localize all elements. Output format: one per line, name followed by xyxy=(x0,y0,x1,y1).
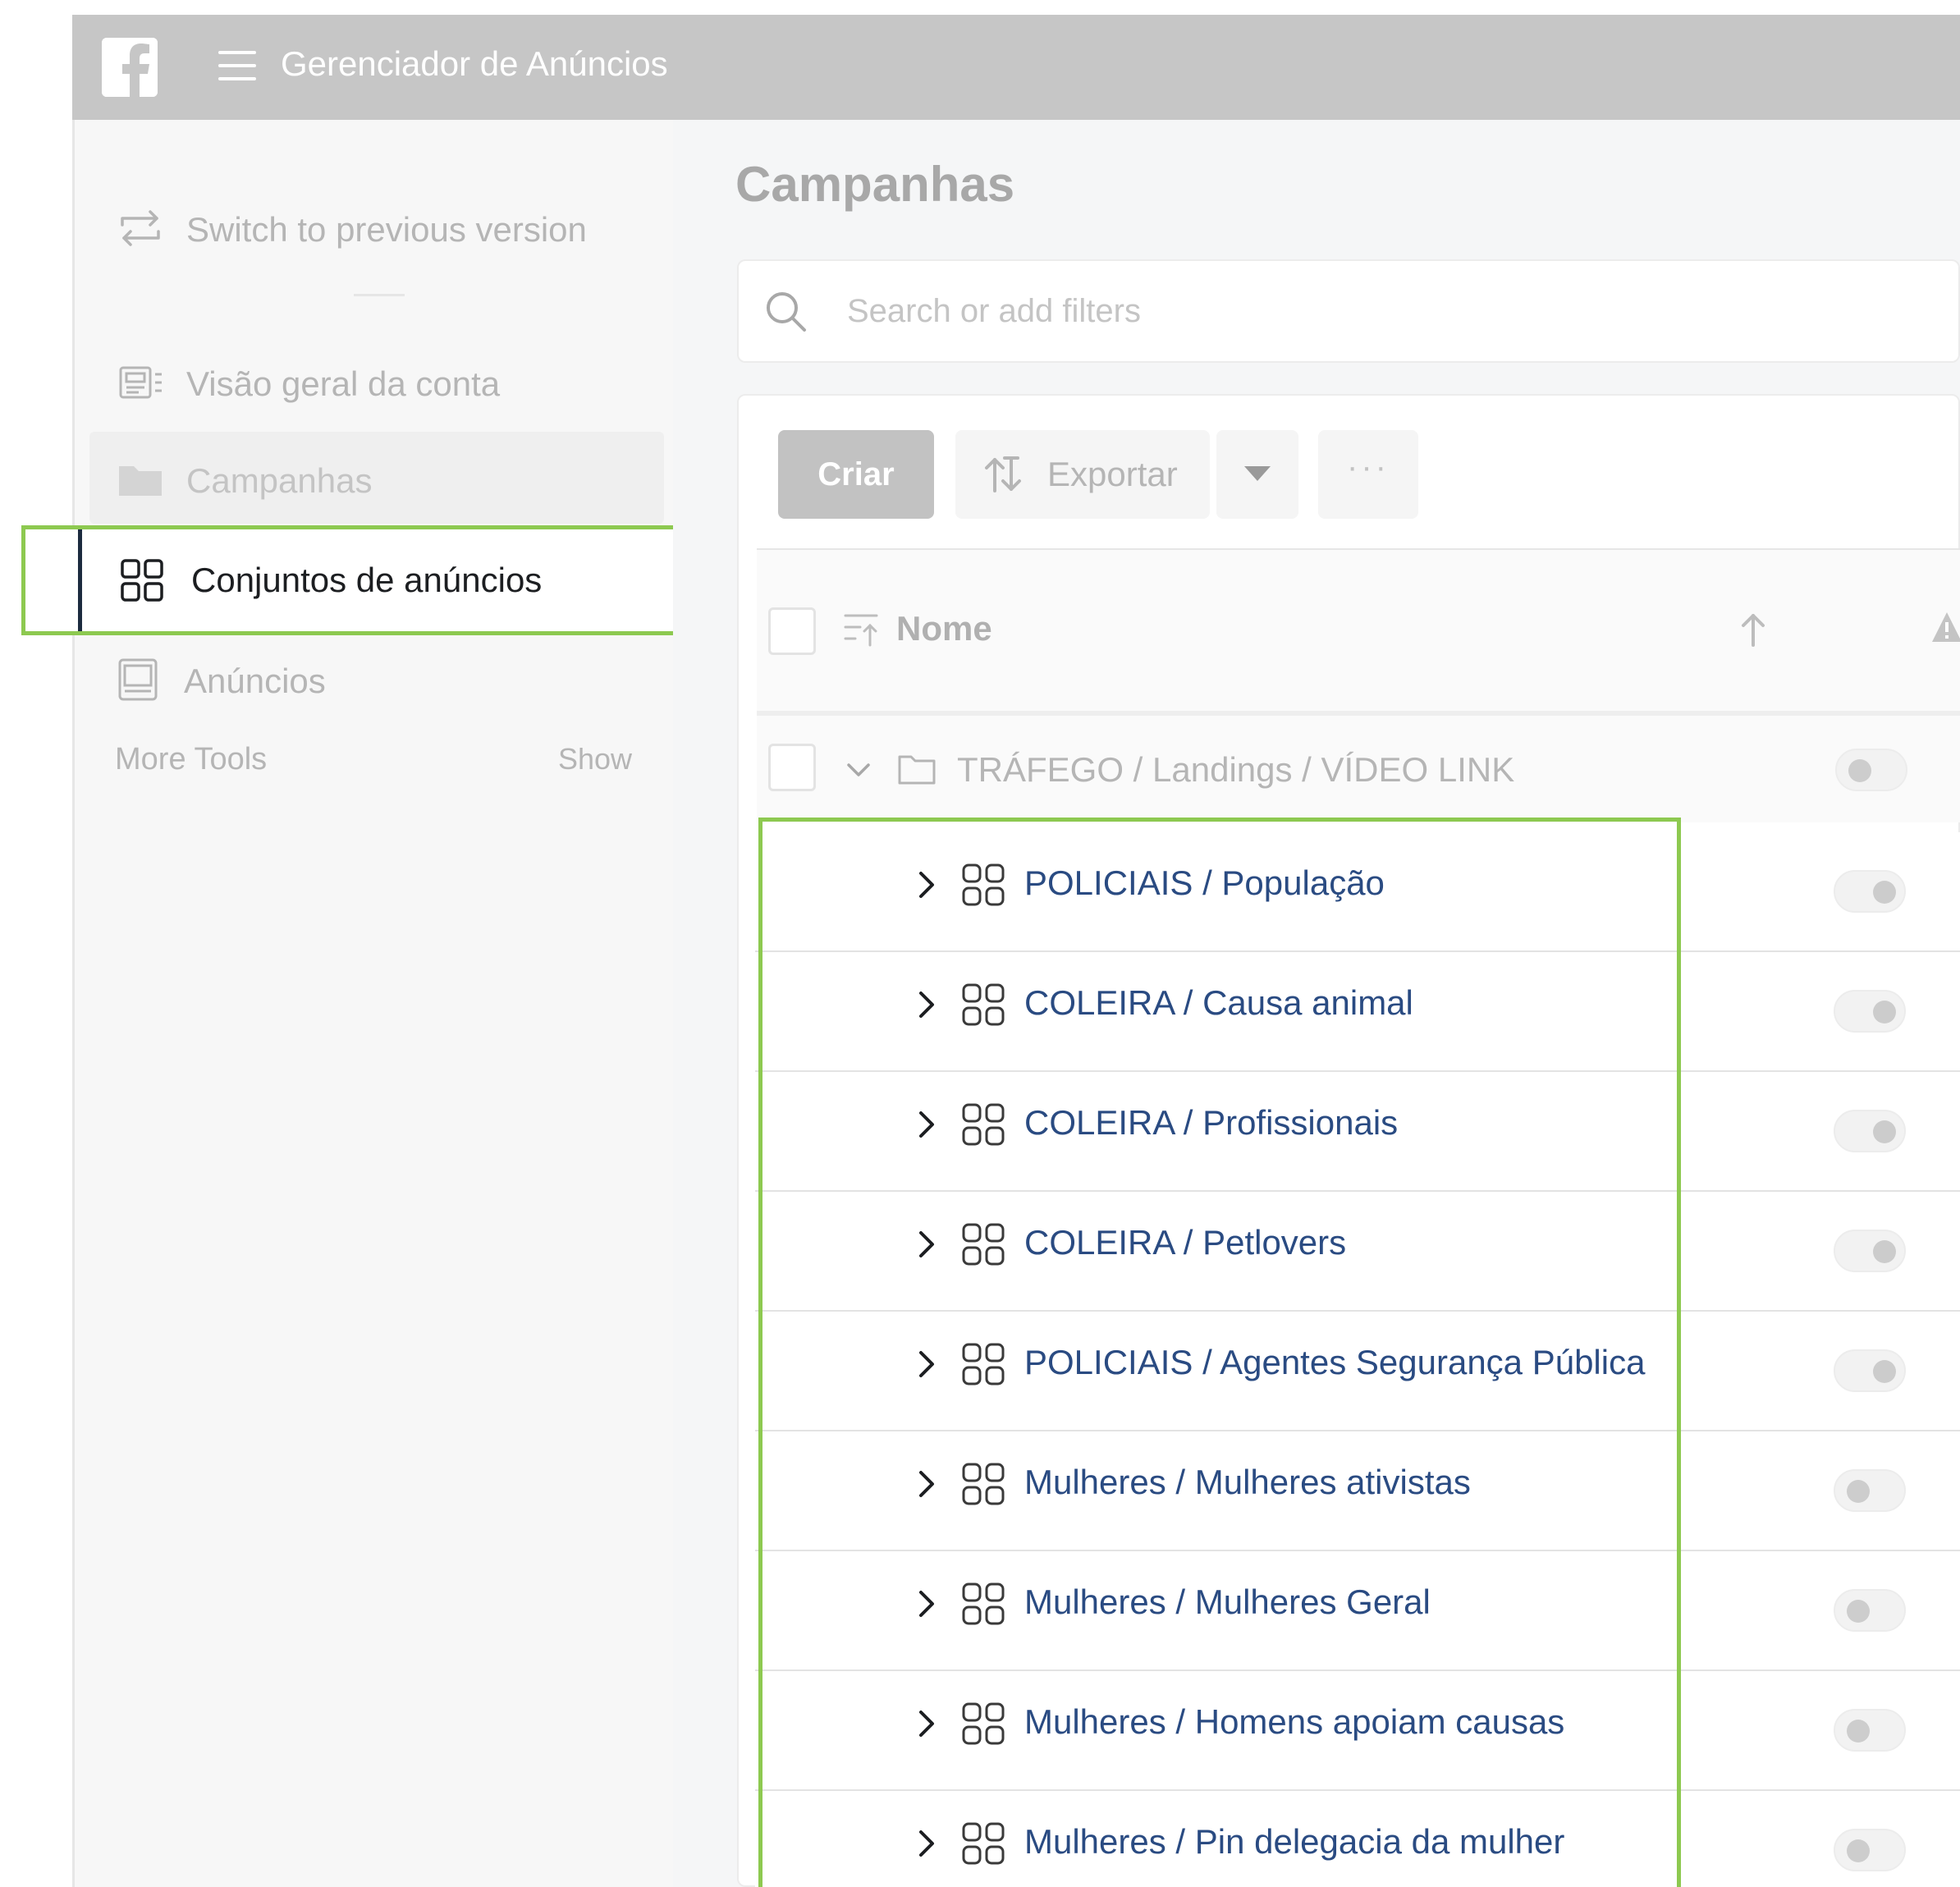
page-title: Campanhas xyxy=(735,157,1015,212)
adset-row[interactable]: COLEIRA / Petlovers xyxy=(755,1192,1960,1312)
adset-name[interactable]: Mulheres / Homens apoiam causas xyxy=(1024,1702,1564,1742)
export-dropdown-button[interactable] xyxy=(1216,430,1298,519)
adset-grid-icon xyxy=(960,1581,1006,1627)
adset-grid-icon xyxy=(960,982,1006,1028)
chevron-down-icon[interactable] xyxy=(844,755,873,785)
sort-arrows-icon xyxy=(980,451,1026,497)
adset-grid-icon xyxy=(960,1221,1006,1267)
chevron-right-icon[interactable] xyxy=(914,1827,939,1860)
adset-toggle[interactable] xyxy=(1834,1829,1906,1871)
adset-row[interactable]: Mulheres / Mulheres ativistas xyxy=(755,1431,1960,1551)
adset-row[interactable]: Mulheres / Homens apoiam causas xyxy=(755,1671,1960,1791)
create-button[interactable]: Criar xyxy=(778,430,934,519)
sidebar-item-conjuntos-de-anuncios[interactable]: Conjuntos de anúncios xyxy=(21,525,734,635)
chevron-right-icon[interactable] xyxy=(914,1468,939,1500)
column-header-name[interactable]: Nome xyxy=(896,609,992,648)
sidebar-item-label: Campanhas xyxy=(186,461,373,500)
search-input[interactable] xyxy=(847,284,1914,338)
campaign-folder-icon xyxy=(896,749,937,790)
chevron-right-icon[interactable] xyxy=(914,988,939,1021)
sidebar-item-label: Visão geral da conta xyxy=(186,364,501,403)
adset-grid-icon xyxy=(960,862,1006,908)
sidebar-item-label: Conjuntos de anúncios xyxy=(191,561,543,599)
export-label: Exportar xyxy=(1047,455,1178,493)
sidebar-item-label: Anúncios xyxy=(184,662,326,700)
adset-row[interactable]: COLEIRA / Profissionais xyxy=(755,1072,1960,1192)
adset-name[interactable]: COLEIRA / Causa animal xyxy=(1024,983,1413,1023)
app-title: Gerenciador de Anúncios xyxy=(281,44,668,83)
more-tools-label: More Tools xyxy=(115,742,268,776)
adset-grid-icon xyxy=(960,1341,1006,1387)
ad-icon xyxy=(113,655,163,704)
adset-name[interactable]: Mulheres / Mulheres ativistas xyxy=(1024,1463,1471,1502)
adset-name[interactable]: POLICIAIS / População xyxy=(1024,863,1385,903)
switch-previous-version[interactable]: Switch to previous version xyxy=(75,192,675,264)
adset-toggle[interactable] xyxy=(1834,1469,1906,1512)
hamburger-icon[interactable] xyxy=(218,51,256,84)
adset-toggle[interactable] xyxy=(1834,1349,1906,1392)
search-icon xyxy=(762,287,811,337)
account-overview-icon xyxy=(116,358,165,407)
switch-arrows-icon xyxy=(116,204,165,253)
adset-name[interactable]: COLEIRA / Petlovers xyxy=(1024,1223,1346,1262)
chevron-right-icon[interactable] xyxy=(914,1108,939,1141)
top-bar: Gerenciador de Anúncios xyxy=(72,15,1960,120)
adset-toggle[interactable] xyxy=(1834,870,1906,913)
adset-name[interactable]: POLICIAIS / Agentes Segurança Pública xyxy=(1024,1343,1645,1382)
select-all-checkbox[interactable] xyxy=(768,607,816,655)
adset-name[interactable]: Mulheres / Pin delegacia da mulher xyxy=(1024,1822,1564,1862)
sidebar-item-account-overview[interactable]: Visão geral da conta xyxy=(75,343,675,422)
adset-row[interactable]: POLICIAIS / População xyxy=(755,832,1960,952)
campaign-row[interactable]: TRÁFEGO / Landings / VÍDEO LINK xyxy=(757,716,1960,822)
folder-icon xyxy=(116,455,165,504)
adset-grid-icon xyxy=(960,1461,1006,1507)
switch-previous-version-label: Switch to previous version xyxy=(186,210,587,249)
adset-row[interactable]: COLEIRA / Causa animal xyxy=(755,952,1960,1072)
table-header: Nome xyxy=(757,550,1960,711)
caret-down-icon xyxy=(1244,466,1271,481)
show-more-tools-link[interactable]: Show xyxy=(558,742,632,776)
chevron-right-icon[interactable] xyxy=(914,1707,939,1740)
grid-icon xyxy=(117,556,167,605)
sort-ascending-icon[interactable] xyxy=(1737,609,1770,650)
active-indicator xyxy=(78,529,82,631)
sidebar-item-anuncios-row[interactable]: Anúncios xyxy=(72,640,673,719)
adset-toggle[interactable] xyxy=(1834,1110,1906,1152)
adset-row[interactable]: Mulheres / Mulheres Geral xyxy=(755,1551,1960,1671)
row-checkbox[interactable] xyxy=(768,744,816,791)
adset-toggle[interactable] xyxy=(1834,1230,1906,1272)
chevron-right-icon[interactable] xyxy=(914,1228,939,1261)
chevron-right-icon[interactable] xyxy=(914,1348,939,1381)
adset-grid-icon xyxy=(960,1821,1006,1866)
column-sort-icon[interactable] xyxy=(842,609,880,648)
campaign-name[interactable]: TRÁFEGO / Landings / VÍDEO LINK xyxy=(957,750,1514,790)
chevron-right-icon[interactable] xyxy=(914,1587,939,1620)
facebook-logo-icon[interactable] xyxy=(102,38,158,97)
more-options-button[interactable]: ··· xyxy=(1318,430,1418,519)
adset-grid-icon xyxy=(960,1102,1006,1147)
adset-toggle[interactable] xyxy=(1834,1589,1906,1632)
sidebar-divider xyxy=(354,294,405,296)
adset-grid-icon xyxy=(960,1701,1006,1747)
sidebar: Switch to previous version Visão geral d… xyxy=(72,120,673,1887)
warning-icon xyxy=(1930,609,1960,645)
adset-name[interactable]: Mulheres / Mulheres Geral xyxy=(1024,1582,1431,1622)
campaign-toggle[interactable] xyxy=(1835,749,1907,791)
search-bar[interactable] xyxy=(737,259,1960,363)
chevron-right-icon[interactable] xyxy=(914,868,939,901)
adset-row[interactable]: Mulheres / Pin delegacia da mulher xyxy=(755,1791,1960,1887)
adset-toggle[interactable] xyxy=(1834,990,1906,1033)
adset-row[interactable]: POLICIAIS / Agentes Segurança Pública xyxy=(755,1312,1960,1431)
adset-name[interactable]: COLEIRA / Profissionais xyxy=(1024,1103,1398,1143)
sidebar-item-campanhas[interactable]: Campanhas xyxy=(75,440,675,519)
export-button[interactable]: Exportar xyxy=(955,430,1210,519)
adset-toggle[interactable] xyxy=(1834,1709,1906,1752)
